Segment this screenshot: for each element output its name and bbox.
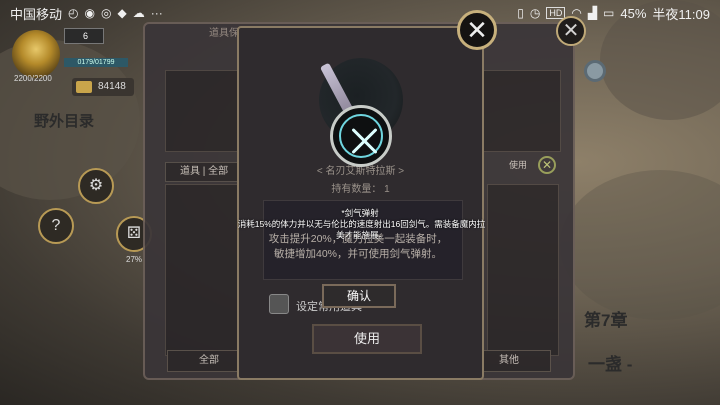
chapter-subtitle: 一盏 - — [588, 355, 633, 374]
auto-use-toggle[interactable]: ✕ — [538, 156, 556, 174]
gear-icon[interactable]: ⚙ — [78, 168, 114, 204]
use-item-button[interactable]: 使用 — [312, 324, 422, 354]
clock-time: 半夜11:09 — [652, 6, 710, 22]
skill-description: 消耗15%的体力并以无与伦比的速度射出16回剑气。需装备魔内拉美才能施展。 — [237, 219, 486, 240]
more-icon: ··· — [150, 6, 163, 20]
item-quantity-row: 持有数量： 1 — [239, 180, 482, 195]
inventory-close-button[interactable]: ✕ — [556, 16, 586, 46]
gold-icon — [76, 81, 92, 93]
gold-counter[interactable]: 84148 — [72, 78, 134, 96]
quantity-label: 持有数量： — [331, 184, 382, 195]
battery-percent: 45% — [620, 5, 647, 21]
detail-close-button[interactable]: ✕ — [457, 10, 497, 50]
alarm-clock-icon: ◷ — [529, 6, 541, 20]
cloud-icon: ☁ — [132, 6, 145, 20]
hp-readout: 2200/2200 — [14, 74, 52, 83]
confirm-button[interactable]: 确认 — [322, 284, 396, 308]
player-portrait[interactable] — [12, 30, 60, 78]
inventory-slot[interactable] — [165, 70, 243, 152]
level-box: 6 — [64, 28, 104, 44]
vibrate-icon: ▯ — [517, 6, 524, 20]
xp-bar: 0179/01799 — [64, 58, 128, 67]
target-icon[interactable] — [584, 60, 606, 82]
inventory-slot[interactable] — [481, 70, 561, 152]
field-directory-label[interactable]: 野外目录 — [34, 110, 94, 131]
skill-icon-frame — [330, 105, 392, 167]
favorite-checkbox[interactable] — [269, 294, 289, 314]
alarm-icon: ◴ — [68, 6, 79, 20]
inventory-tab[interactable]: 道具 | 全部 — [165, 162, 243, 182]
message-icon: ◆ — [117, 6, 127, 20]
signal-icon: ▟ — [587, 6, 598, 20]
inventory-title: 道具保 — [209, 28, 239, 39]
swirl-icon: ◎ — [100, 6, 112, 20]
battery-icon: ▭ — [603, 6, 615, 20]
auto-use-label: 使用 — [509, 160, 528, 170]
sword-slash-icon — [339, 114, 383, 158]
skill-title: *剑气弹射 — [341, 208, 379, 218]
rock-decor — [560, 170, 720, 320]
completion-percent: 27% — [126, 255, 143, 264]
quantity-value: 1 — [384, 184, 390, 195]
chapter-label: 第7章 — [584, 311, 628, 330]
carrier-label: 中国移动 — [10, 6, 63, 22]
level-value: 6 — [83, 31, 89, 41]
gold-amount: 84148 — [98, 81, 126, 92]
notification-icon: ◉ — [84, 6, 95, 20]
